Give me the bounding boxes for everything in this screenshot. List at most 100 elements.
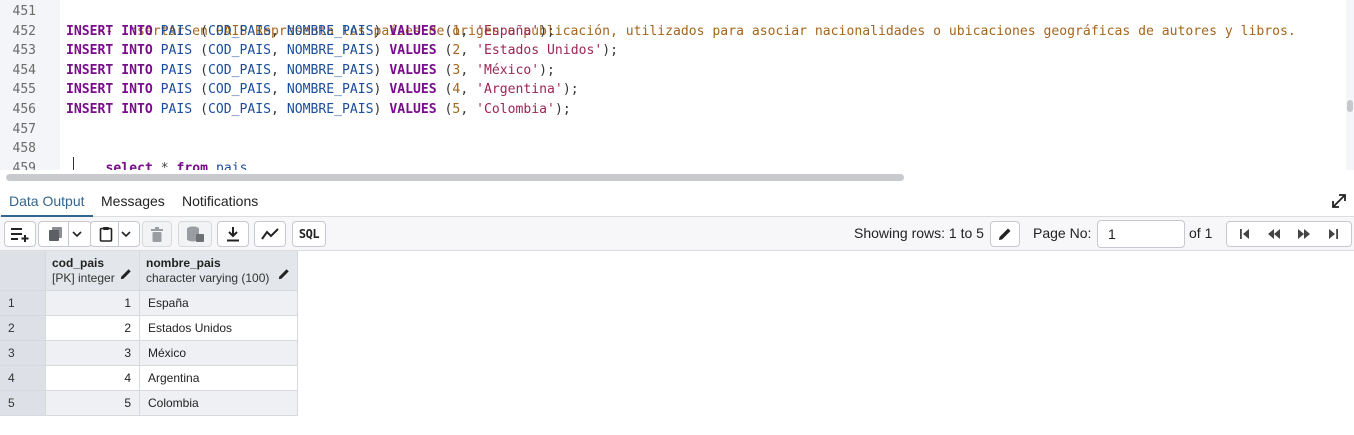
cell-nombre-pais[interactable]: México [140,341,298,366]
column-header-nombre-pais[interactable]: nombre_pais character varying (100) [140,251,298,291]
line-number-gutter: 451 452 453 454 455 456 457 458 459 [0,0,60,170]
delete-button[interactable] [142,221,172,247]
last-page-icon[interactable] [1327,229,1339,239]
save-data-button[interactable] [178,221,212,247]
sql-string: 'Colombia' [476,102,555,117]
sql-editor[interactable]: 451 452 453 454 455 456 457 458 459 -- I… [0,0,1354,170]
text-caret [73,157,74,170]
tab-messages[interactable]: Messages [93,185,173,217]
add-row-button[interactable] [4,221,36,247]
graph-visualiser-button[interactable] [254,221,286,247]
sql-string: 'Estados Unidos' [476,43,603,59]
editor-vertical-scrollbar[interactable] [1346,0,1354,170]
code-line-insert[interactable]: INSERT INTO PAIS (COD_PAIS, NOMBRE_PAIS)… [66,100,571,120]
copy-button[interactable] [38,221,92,247]
sql-keyword: VALUES [389,23,437,39]
tab-data-output[interactable]: Data Output [1,185,93,217]
database-save-icon [186,226,204,242]
row-number[interactable]: 1 [0,291,46,316]
sql-string: 'México' [476,62,540,78]
cell-cod-pais[interactable]: 5 [46,391,140,416]
cell-cod-pais[interactable]: 3 [46,341,140,366]
code-line-comment[interactable]: -- Insertar en PAIS Representa los paíse… [66,2,1296,39]
line-number: 458 [12,141,36,157]
row-number-header[interactable] [0,251,46,291]
sql-keyword: VALUES [389,102,437,117]
pencil-icon[interactable] [278,264,292,280]
sql-label: SQL [298,227,320,241]
sql-keyword: INSERT [66,62,114,78]
output-tabs: Data Output Messages Notifications [0,185,1354,217]
code-line-insert[interactable]: INSERT INTO PAIS (COD_PAIS, NOMBRE_PAIS)… [66,22,555,42]
sql-punctuation: ( [200,102,208,117]
cell-nombre-pais[interactable]: Argentina [140,366,298,391]
previous-page-icon[interactable] [1267,229,1281,239]
code-line-insert[interactable]: INSERT INTO PAIS (COD_PAIS, NOMBRE_PAIS)… [66,80,579,100]
pagination-controls [1226,221,1352,247]
trash-icon [151,226,163,242]
column-name: nombre_pais [146,256,221,270]
expand-icon[interactable] [1330,192,1348,210]
next-page-icon[interactable] [1297,229,1311,239]
column-header-cod-pais[interactable]: cod_pais [PK] integer [46,251,140,291]
line-number: 456 [12,102,36,117]
row-number[interactable]: 2 [0,316,46,341]
horizontal-scroll-thumb[interactable] [6,174,904,181]
sql-punctuation: ); [602,43,619,59]
sql-keyword: INTO [121,62,153,78]
sql-keyword: INSERT [66,23,114,39]
sql-keyword: INTO [121,102,153,117]
pencil-icon[interactable] [120,264,134,280]
page-number-input[interactable] [1097,220,1185,248]
cell-nombre-pais[interactable]: Colombia [140,391,298,416]
page-count-label: of 1 [1189,225,1213,241]
code-line-insert[interactable]: INSERT INTO PAIS (COD_PAIS, NOMBRE_PAIS)… [66,61,555,81]
sql-button[interactable]: SQL [292,221,326,247]
code-line-insert[interactable]: INSERT INTO PAIS (COD_PAIS, NOMBRE_PAIS)… [66,41,618,61]
row-number[interactable]: 3 [0,341,46,366]
sql-identifier: COD_PAIS [207,43,272,59]
cell-cod-pais[interactable]: 1 [46,291,140,316]
row-number[interactable]: 5 [0,391,46,416]
paste-button[interactable] [90,221,140,247]
cell-nombre-pais[interactable]: España [140,291,298,316]
column-type: character varying (100) [146,271,270,285]
sql-punctuation: ); [539,23,555,39]
sql-identifier: pais [215,160,248,170]
tab-notifications[interactable]: Notifications [174,185,266,217]
vertical-scroll-thumb[interactable] [1347,100,1353,112]
cell-cod-pais[interactable]: 4 [46,366,140,391]
edit-rows-button[interactable] [990,221,1020,247]
toolbar-divider [118,221,119,247]
line-number: 455 [12,82,36,98]
code-line-select[interactable]: select * from pais [74,139,248,170]
sql-punctuation: ( [200,82,208,98]
copy-icon [48,226,64,242]
cell-nombre-pais[interactable]: Estados Unidos [140,316,298,341]
download-button[interactable] [217,221,249,247]
download-icon [226,226,240,242]
line-number: 452 [12,23,36,39]
cell-cod-pais[interactable]: 2 [46,316,140,341]
sql-identifier: PAIS [160,43,193,59]
first-page-icon[interactable] [1239,229,1251,239]
sql-punctuation: ); [539,62,555,78]
sql-identifier: NOMBRE_PAIS [286,62,374,78]
sql-keyword: VALUES [389,43,437,59]
sql-keyword: INTO [121,82,153,98]
sql-punctuation: , [271,43,287,59]
sql-punctuation: , [271,102,287,117]
sql-keyword: INSERT [66,102,114,117]
sql-keyword: INTO [121,23,153,39]
row-number[interactable]: 4 [0,366,46,391]
sql-keyword: VALUES [389,62,437,78]
line-number: 457 [12,121,36,137]
editor-horizontal-scrollbar[interactable] [0,170,1354,184]
